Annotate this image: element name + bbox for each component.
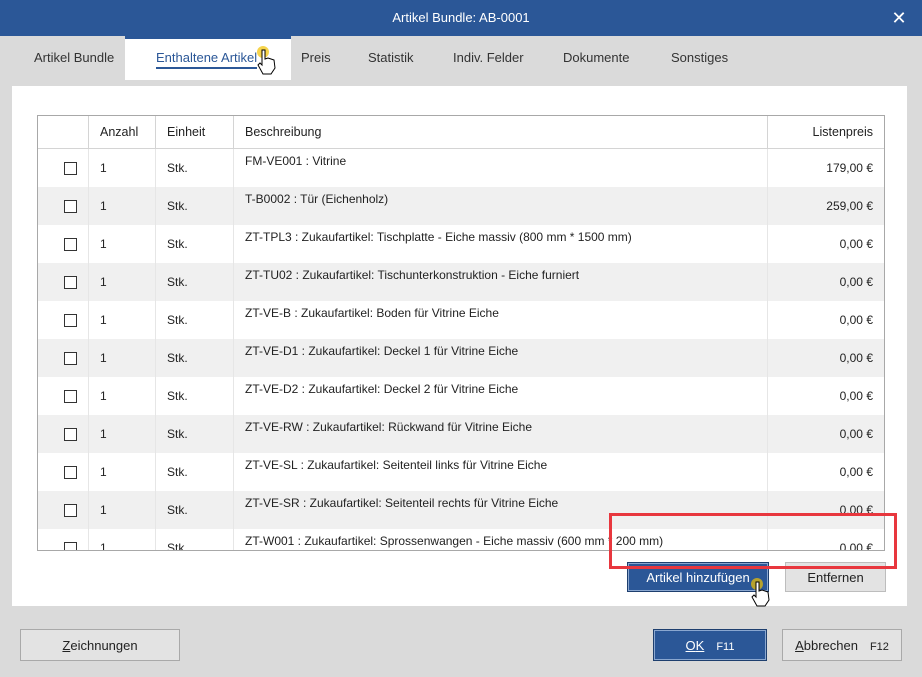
row-unit: Stk.: [155, 148, 234, 187]
row-unit: Stk.: [155, 225, 234, 263]
row-unit: Stk.: [155, 491, 234, 529]
row-description: ZT-VE-RW : Zukaufartikel: Rückwand für V…: [233, 415, 768, 453]
row-check-cell: [38, 529, 89, 550]
row-qty: 1: [88, 339, 156, 377]
table-row[interactable]: 1 Stk. ZT-VE-SL : Zukaufartikel: Seitentei…: [38, 453, 884, 491]
col-qty-header[interactable]: Anzahl: [88, 116, 156, 149]
tab-active-indicator: [125, 36, 291, 39]
row-checkbox[interactable]: [64, 200, 77, 214]
row-checkbox[interactable]: [64, 428, 77, 442]
row-check-cell: [38, 491, 89, 529]
window-title: Artikel Bundle: AB-0001: [392, 10, 530, 25]
row-qty: 1: [88, 377, 156, 415]
row-unit: Stk.: [155, 301, 234, 339]
col-check-header: [38, 116, 89, 149]
row-unit: Stk.: [155, 453, 234, 491]
tab-sonstiges[interactable]: Sonstiges: [671, 36, 728, 80]
table-row[interactable]: 1 Stk. ZT-VE-D1 : Zukaufartikel: Deckel 1 …: [38, 339, 884, 377]
row-unit: Stk.: [155, 377, 234, 415]
row-unit: Stk.: [155, 263, 234, 301]
row-qty: 1: [88, 301, 156, 339]
drawings-button[interactable]: Zeichnungen: [20, 629, 180, 661]
row-checkbox[interactable]: [64, 162, 77, 176]
row-price: 259,00 €: [767, 187, 884, 225]
row-qty: 1: [88, 529, 156, 550]
row-unit: Stk.: [155, 187, 234, 225]
row-checkbox[interactable]: [64, 238, 77, 252]
table-row[interactable]: 1 Stk. FM-VE001 : Vitrine 179,00 €: [38, 148, 884, 187]
row-check-cell: [38, 301, 89, 339]
tab-indiv-felder[interactable]: Indiv. Felder: [453, 36, 524, 80]
row-qty: 1: [88, 453, 156, 491]
tab-artikel-bundle[interactable]: Artikel Bundle: [34, 36, 114, 80]
row-check-cell: [38, 453, 89, 491]
row-qty: 1: [88, 148, 156, 187]
row-price: 0,00 €: [839, 465, 873, 479]
row-price: 0,00 €: [839, 237, 873, 251]
col-desc-header[interactable]: Beschreibung: [233, 116, 768, 149]
ok-button[interactable]: OK F11: [653, 629, 767, 661]
row-check-cell: [38, 263, 89, 301]
tab-dokumente[interactable]: Dokumente: [563, 36, 629, 80]
row-checkbox[interactable]: [64, 390, 77, 404]
row-check-cell: [38, 148, 89, 187]
highlight-frame: [609, 513, 897, 569]
row-price: 0,00 €: [839, 313, 873, 327]
row-checkbox[interactable]: [64, 542, 77, 550]
row-description: ZT-VE-SL : Zukaufartikel: Seitenteil lin…: [233, 453, 768, 491]
row-checkbox[interactable]: [64, 276, 77, 290]
close-icon[interactable]: ✕: [876, 0, 922, 36]
cancel-button[interactable]: Abbrechen F12: [782, 629, 902, 661]
row-description: ZT-TPL3 : Zukaufartikel: Tischplatte - E…: [233, 225, 768, 263]
row-check-cell: [38, 225, 89, 263]
row-unit: Stk.: [155, 339, 234, 377]
row-unit: Stk.: [155, 415, 234, 453]
table-row[interactable]: 1 Stk. T-B0002 : Tür (Eichenholz) 259,00 €: [38, 187, 884, 225]
row-description: T-B0002 : Tür (Eichenholz): [233, 187, 768, 225]
ok-shortcut: F11: [716, 641, 735, 653]
table-row[interactable]: 1 Stk. ZT-VE-D2 : Zukaufartikel: Deckel 2 …: [38, 377, 884, 415]
hand-pointer-icon: [751, 578, 770, 607]
row-checkbox[interactable]: [64, 466, 77, 480]
row-price: 179,00 €: [826, 161, 873, 175]
articles-table[interactable]: Anzahl Einheit Beschreibung Listenpreis …: [37, 115, 885, 551]
row-description: ZT-VE-D2 : Zukaufartikel: Deckel 2 für V…: [233, 377, 768, 415]
table-row[interactable]: 1 Stk. ZT-TPL3 : Zukaufartikel: Tischplatt…: [38, 225, 884, 263]
cancel-shortcut: F12: [869, 641, 889, 653]
col-price-header[interactable]: Listenpreis: [767, 116, 884, 149]
hand-pointer-icon: [257, 46, 276, 75]
row-qty: 1: [88, 415, 156, 453]
row-check-cell: [38, 339, 89, 377]
tab-statistik[interactable]: Statistik: [368, 36, 414, 80]
row-description: ZT-VE-D1 : Zukaufartikel: Deckel 1 für V…: [233, 339, 768, 377]
table-row[interactable]: 1 Stk. ZT-VE-RW : Zukaufartikel: Rückwand …: [38, 415, 884, 453]
row-check-cell: [38, 415, 89, 453]
tab-preis[interactable]: Preis: [301, 36, 331, 80]
row-price: 0,00 €: [767, 263, 884, 301]
dialog-body: Artikel Bundle Enthaltene Artikel Preis …: [0, 36, 922, 677]
col-unit-header[interactable]: Einheit: [155, 116, 234, 149]
table-header-row: Anzahl Einheit Beschreibung Listenpreis: [38, 116, 884, 149]
row-qty: 1: [88, 263, 156, 301]
row-qty: 1: [88, 187, 156, 225]
row-unit: Stk.: [155, 529, 234, 550]
row-checkbox[interactable]: [64, 504, 77, 518]
row-qty: 1: [88, 225, 156, 263]
row-price: 0,00 €: [839, 389, 873, 403]
row-description: ZT-VE-B : Zukaufartikel: Boden für Vitri…: [233, 301, 768, 339]
row-checkbox[interactable]: [64, 314, 77, 328]
footer-bar: Zeichnungen OK F11 Abbrechen F12: [0, 614, 922, 677]
row-check-cell: [38, 377, 89, 415]
row-description: ZT-TU02 : Zukaufartikel: Tischunterkonst…: [233, 263, 768, 301]
row-qty: 1: [88, 491, 156, 529]
tab-bar: Artikel Bundle Enthaltene Artikel Preis …: [0, 36, 922, 80]
row-price: 0,00 €: [767, 339, 884, 377]
row-checkbox[interactable]: [64, 352, 77, 366]
row-description: FM-VE001 : Vitrine: [233, 148, 768, 187]
table-row[interactable]: 1 Stk. ZT-TU02 : Zukaufartikel: Tischunter…: [38, 263, 884, 301]
row-price: 0,00 €: [767, 415, 884, 453]
title-bar: Artikel Bundle: AB-0001 ✕: [0, 0, 922, 36]
row-check-cell: [38, 187, 89, 225]
table-row[interactable]: 1 Stk. ZT-VE-B : Zukaufartikel: Boden für …: [38, 301, 884, 339]
